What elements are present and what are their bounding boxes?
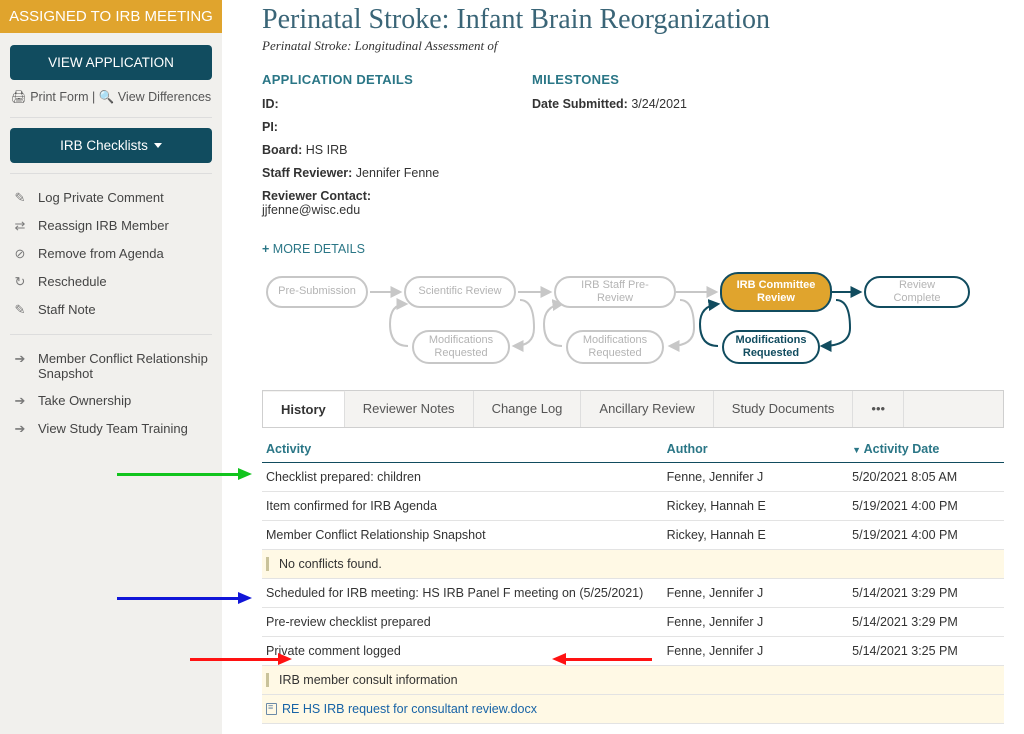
tab-more[interactable]: •••	[853, 391, 904, 427]
action-icon: ⊘	[12, 246, 28, 262]
secondary-actions-list: ➔ Member Conflict Relationship Snapshot ➔ T…	[10, 345, 212, 443]
wf-mods-3: Modifications Requested	[722, 330, 820, 364]
action-icon: ✎	[12, 190, 28, 206]
view-differences-link[interactable]: View Differences	[118, 90, 211, 104]
cell-date: 5/14/2021 3:29 PM	[848, 608, 1004, 637]
print-icon: 🖨	[11, 90, 27, 104]
wf-mods-2: Modifications Requested	[566, 330, 664, 364]
wf-review-complete: Review Complete	[864, 276, 970, 308]
arrow-icon: ➔	[12, 421, 28, 437]
action-label: Remove from Agenda	[38, 246, 164, 261]
application-details-head: APPLICATION DETAILS	[262, 72, 472, 87]
sidebar-action[interactable]: ⇄ Reassign IRB Member	[10, 212, 212, 240]
cell-author: Fenne, Jennifer J	[663, 608, 849, 637]
cell-activity: Pre-review checklist prepared	[262, 608, 663, 637]
action-label: Member Conflict Relationship Snapshot	[38, 351, 210, 381]
document-icon	[266, 703, 277, 715]
cell-author: Fenne, Jennifer J	[663, 463, 849, 492]
view-application-button[interactable]: VIEW APPLICATION	[10, 45, 212, 80]
more-details-toggle[interactable]: MORE DETAILS	[262, 242, 365, 256]
cell-author: Fenne, Jennifer J	[663, 579, 849, 608]
sidebar-action[interactable]: ✎ Log Private Comment	[10, 184, 212, 212]
search-icon: 🔍	[99, 90, 115, 104]
reviewer-contact-value: jjfenne@wisc.edu	[262, 203, 360, 217]
arrow-icon: ➔	[12, 393, 28, 409]
wf-pre-submission: Pre-Submission	[266, 276, 368, 308]
sidebar-action[interactable]: ⊘ Remove from Agenda	[10, 240, 212, 268]
tab-ancillary-review[interactable]: Ancillary Review	[581, 391, 713, 427]
table-row: Member Conflict Relationship SnapshotRic…	[262, 521, 1004, 550]
tab-bar: HistoryReviewer NotesChange LogAncillary…	[262, 390, 1004, 428]
cell-activity: Item confirmed for IRB Agenda	[262, 492, 663, 521]
sidebar-secondary-action[interactable]: ➔ Take Ownership	[10, 387, 212, 415]
wf-committee-review: IRB Committee Review	[720, 272, 832, 312]
actions-list: ✎ Log Private Comment ⇄ Reassign IRB Member…	[10, 184, 212, 324]
table-row: RE HS IRB request for consultant review.…	[262, 695, 1004, 724]
action-label: View Study Team Training	[38, 421, 188, 436]
sidebar-secondary-action[interactable]: ➔ Member Conflict Relationship Snapshot	[10, 345, 212, 387]
activity-table: Activity Author Activity Date Checklist …	[262, 436, 1004, 724]
cell-author: Rickey, Hannah E	[663, 521, 849, 550]
print-diff-links: 🖨 Print Form | 🔍 View Differences	[10, 90, 212, 105]
irb-checklists-dropdown[interactable]: IRB Checklists	[10, 128, 212, 163]
cell-date: 5/20/2021 8:05 AM	[848, 463, 1004, 492]
page-subtitle: Perinatal Stroke: Longitudinal Assessmen…	[262, 38, 1004, 54]
table-row: Item confirmed for IRB AgendaRickey, Han…	[262, 492, 1004, 521]
table-row: Private comment loggedFenne, Jennifer J5…	[262, 637, 1004, 666]
status-banner: ASSIGNED TO IRB MEETING	[0, 0, 222, 33]
sidebar-action[interactable]: ✎ Staff Note	[10, 296, 212, 324]
sidebar: ASSIGNED TO IRB MEETING VIEW APPLICATION…	[0, 0, 222, 734]
table-row: Checklist prepared: childrenFenne, Jenni…	[262, 463, 1004, 492]
table-row: Pre-review checklist preparedFenne, Jenn…	[262, 608, 1004, 637]
sidebar-action[interactable]: ↻ Reschedule	[10, 268, 212, 296]
wf-mods-1: Modifications Requested	[412, 330, 510, 364]
cell-date: 5/14/2021 3:25 PM	[848, 637, 1004, 666]
cell-date: 5/14/2021 3:29 PM	[848, 579, 1004, 608]
print-form-link[interactable]: Print Form	[30, 90, 88, 104]
staff-reviewer-value: Jennifer Fenne	[356, 166, 439, 180]
tab-history[interactable]: History	[263, 390, 345, 427]
wf-staff-pre-review: IRB Staff Pre-Review	[554, 276, 676, 308]
col-author[interactable]: Author	[663, 436, 849, 463]
table-row: No conflicts found.	[262, 550, 1004, 579]
workflow-diagram: Pre-Submission Scientific Review IRB Sta…	[262, 268, 1004, 378]
cell-date: 5/19/2021 4:00 PM	[848, 492, 1004, 521]
cell-activity: Checklist prepared: children	[262, 463, 663, 492]
cell-author: Fenne, Jennifer J	[663, 637, 849, 666]
arrow-icon: ➔	[12, 351, 28, 367]
sidebar-secondary-action[interactable]: ➔ View Study Team Training	[10, 415, 212, 443]
tab-study-documents[interactable]: Study Documents	[714, 391, 854, 427]
cell-activity: Private comment logged	[262, 637, 663, 666]
page-title: Perinatal Stroke: Infant Brain Reorganiz…	[262, 4, 1004, 36]
main-content: Perinatal Stroke: Infant Brain Reorganiz…	[222, 0, 1024, 734]
cell-activity: Member Conflict Relationship Snapshot	[262, 521, 663, 550]
action-label: Reschedule	[38, 274, 107, 289]
cell-author: Rickey, Hannah E	[663, 492, 849, 521]
action-icon: ✎	[12, 302, 28, 318]
cell-activity: Scheduled for IRB meeting: HS IRB Panel …	[262, 579, 663, 608]
action-icon: ↻	[12, 274, 28, 290]
table-row: IRB member consult information	[262, 666, 1004, 695]
table-row: Scheduled for IRB meeting: HS IRB Panel …	[262, 579, 1004, 608]
date-submitted-value: 3/24/2021	[631, 97, 687, 111]
milestones-head: MILESTONES	[532, 72, 687, 87]
board-value: HS IRB	[306, 143, 348, 157]
tab-change-log[interactable]: Change Log	[474, 391, 582, 427]
document-link[interactable]: RE HS IRB request for consultant review.…	[282, 702, 537, 716]
col-activity-date[interactable]: Activity Date	[848, 436, 1004, 463]
action-icon: ⇄	[12, 218, 28, 234]
col-activity[interactable]: Activity	[262, 436, 663, 463]
wf-scientific-review: Scientific Review	[404, 276, 516, 308]
cell-date: 5/19/2021 4:00 PM	[848, 521, 1004, 550]
action-label: Reassign IRB Member	[38, 218, 169, 233]
action-label: Staff Note	[38, 302, 96, 317]
action-label: Take Ownership	[38, 393, 131, 408]
tab-reviewer-notes[interactable]: Reviewer Notes	[345, 391, 474, 427]
action-label: Log Private Comment	[38, 190, 164, 205]
